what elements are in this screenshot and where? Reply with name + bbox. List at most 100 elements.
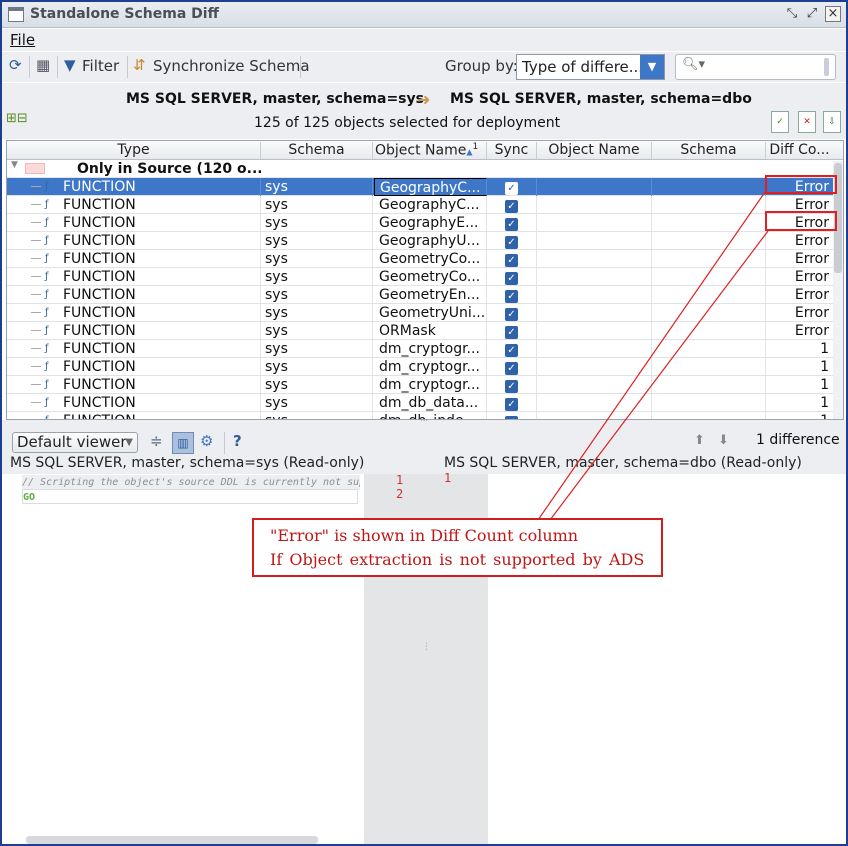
function-icon: ƒ — [45, 235, 49, 246]
cell-sync[interactable]: ✓ — [487, 322, 537, 340]
synchronize-schema-button[interactable]: Synchronize Schema — [153, 57, 310, 75]
select-all-icon[interactable]: ✓ — [771, 111, 789, 133]
filter-button[interactable]: Filter — [82, 57, 119, 75]
chevron-down-icon[interactable]: ▼ — [640, 55, 664, 79]
title-bar: Standalone Schema Diff ⤡ ⤢ × — [2, 2, 846, 28]
sync-checkbox[interactable]: ✓ — [505, 236, 518, 249]
cell-sync[interactable]: ✓ — [487, 340, 537, 358]
cell-sync[interactable]: ✓ — [487, 268, 537, 286]
sync-checkbox[interactable]: ✓ — [505, 398, 518, 411]
restore-icon[interactable]: ⤡ — [784, 6, 800, 22]
table-row[interactable]: ƒ FUNCTION sys dm_cryptogr... ✓ 1 — [7, 340, 833, 358]
table-row[interactable]: ƒ FUNCTION sys GeometryCo... ✓ Error — [7, 250, 833, 268]
menu-file[interactable]: File — [10, 31, 35, 49]
cell-schema: sys — [261, 322, 373, 340]
cell-sync[interactable]: ✓ — [487, 232, 537, 250]
cell-sync[interactable]: ✓ — [487, 214, 537, 232]
column-sync[interactable]: Sync — [487, 142, 537, 159]
cell-target-schema — [652, 250, 766, 268]
cell-sync[interactable]: ✓ — [487, 286, 537, 304]
filter-icon[interactable]: ▼ — [64, 56, 76, 74]
cell-sync[interactable]: ✓ — [487, 358, 537, 376]
refresh-icon[interactable]: ⟳ — [9, 56, 22, 74]
gutter-grip-icon[interactable]: ⋮ — [422, 642, 431, 652]
cell-sync[interactable]: ✓ — [487, 178, 537, 196]
previous-difference-icon[interactable]: ⬆ — [694, 433, 705, 448]
table-row[interactable]: ƒ FUNCTION sys GeometryUni... ✓ Error — [7, 304, 833, 322]
sync-checkbox[interactable]: ✓ — [505, 344, 518, 357]
cell-target-object-name — [537, 358, 652, 376]
column-target-schema[interactable]: Schema — [652, 142, 766, 159]
cell-sync[interactable]: ✓ — [487, 250, 537, 268]
maximize-icon[interactable]: ⤢ — [804, 6, 820, 22]
table-row[interactable]: ƒ FUNCTION sys GeographyE... ✓ Error — [7, 214, 833, 232]
cell-schema: sys — [261, 232, 373, 250]
sync-checkbox[interactable]: ✓ — [505, 308, 518, 321]
column-type[interactable]: Type — [7, 142, 261, 159]
cell-sync[interactable]: ✓ — [487, 412, 537, 419]
sync-checkbox[interactable]: ✓ — [505, 182, 518, 195]
settings-gear-icon[interactable]: ⚙ — [200, 432, 213, 450]
sync-checkbox[interactable]: ✓ — [505, 218, 518, 231]
source-connection-label: MS SQL SERVER, master, schema=sys — [126, 91, 424, 107]
column-diff-count[interactable]: Diff Co... — [766, 142, 833, 159]
function-icon: ƒ — [45, 217, 49, 228]
function-icon: ƒ — [45, 253, 49, 264]
pane-splitter[interactable]: ⋯ — [2, 416, 846, 428]
group-label: Only in Source (120 o... — [77, 161, 261, 177]
sync-checkbox[interactable]: ✓ — [505, 290, 518, 303]
table-row[interactable]: ƒ FUNCTION sys dm_db_data... ✓ 1 — [7, 394, 833, 412]
close-icon[interactable]: × — [825, 6, 841, 22]
table-row[interactable]: ƒ FUNCTION sys ORMask ✓ Error — [7, 322, 833, 340]
cell-target-object-name — [537, 340, 652, 358]
table-row[interactable]: ƒ FUNCTION sys GeometryCo... ✓ Error — [7, 268, 833, 286]
function-icon: ƒ — [45, 271, 49, 282]
cell-target-object-name — [537, 268, 652, 286]
cell-target-schema — [652, 322, 766, 340]
sync-checkbox[interactable]: ✓ — [505, 362, 518, 375]
table-row[interactable]: ƒ FUNCTION sys dm_cryptogr... ✓ 1 — [7, 358, 833, 376]
cell-type: FUNCTION — [63, 376, 261, 394]
table-row[interactable]: ƒ FUNCTION sys GeographyU... ✓ Error — [7, 232, 833, 250]
cell-schema: sys — [261, 214, 373, 232]
collapse-icon[interactable]: ▼ — [11, 160, 18, 170]
apply-selection-icon[interactable]: ⇩ — [823, 111, 841, 133]
table-row[interactable]: ƒ FUNCTION sys GeometryEn... ✓ Error — [7, 286, 833, 304]
column-target-object-name[interactable]: Object Name — [537, 142, 652, 159]
table-row[interactable]: ƒ FUNCTION sys dm_cryptogr... ✓ 1 — [7, 376, 833, 394]
horizontal-scrollbar[interactable] — [26, 836, 318, 844]
table-row[interactable]: ƒ FUNCTION sys GeographyC... ✓ Error — [7, 196, 833, 214]
cell-sync[interactable]: ✓ — [487, 196, 537, 214]
next-difference-icon[interactable]: ⬇ — [718, 433, 729, 448]
deselect-all-icon[interactable]: ✕ — [798, 111, 816, 133]
group-by-select[interactable]: Type of differe... ▼ — [516, 54, 665, 80]
cell-sync[interactable]: ✓ — [487, 376, 537, 394]
cell-diff-count: 1 — [766, 412, 833, 419]
search-input[interactable]: 🔍︎▾ — [675, 54, 836, 80]
table-view-icon[interactable]: ▦ — [36, 56, 50, 74]
group-row[interactable]: ▼ Only in Source (120 o... — [7, 160, 833, 178]
collapse-lines-icon[interactable]: ≑ — [150, 432, 163, 450]
cell-sync[interactable]: ✓ — [487, 304, 537, 322]
side-by-side-icon[interactable]: ▥ — [172, 432, 194, 454]
table-row[interactable]: ƒ FUNCTION sys GeographyC... ✓ Error — [7, 178, 833, 196]
sync-checkbox[interactable]: ✓ — [505, 200, 518, 213]
selection-count: 125 of 125 objects selected for deployme… — [254, 115, 561, 131]
cell-type: FUNCTION — [63, 322, 261, 340]
splitter-grip-icon[interactable]: ⋯ — [420, 416, 428, 425]
column-schema[interactable]: Schema — [261, 142, 373, 159]
cell-schema: sys — [261, 394, 373, 412]
diff-pane-headers: MS SQL SERVER, master, schema=sys (Read-… — [2, 455, 846, 474]
sync-checkbox[interactable]: ✓ — [505, 272, 518, 285]
cell-object-name: GeometryEn... — [374, 286, 487, 304]
synchronize-icon[interactable]: ⇵ — [133, 56, 146, 74]
help-icon[interactable]: ? — [233, 432, 242, 450]
sync-checkbox[interactable]: ✓ — [505, 326, 518, 339]
viewer-select[interactable]: Default viewer ▼ — [12, 432, 138, 453]
table-scrollbar[interactable] — [833, 161, 843, 419]
cell-sync[interactable]: ✓ — [487, 394, 537, 412]
sync-checkbox[interactable]: ✓ — [505, 380, 518, 393]
column-object-name[interactable]: Object Name▲1 — [373, 142, 487, 159]
expand-all-icon[interactable]: ⊞⊟ — [6, 111, 28, 126]
sync-checkbox[interactable]: ✓ — [505, 254, 518, 267]
